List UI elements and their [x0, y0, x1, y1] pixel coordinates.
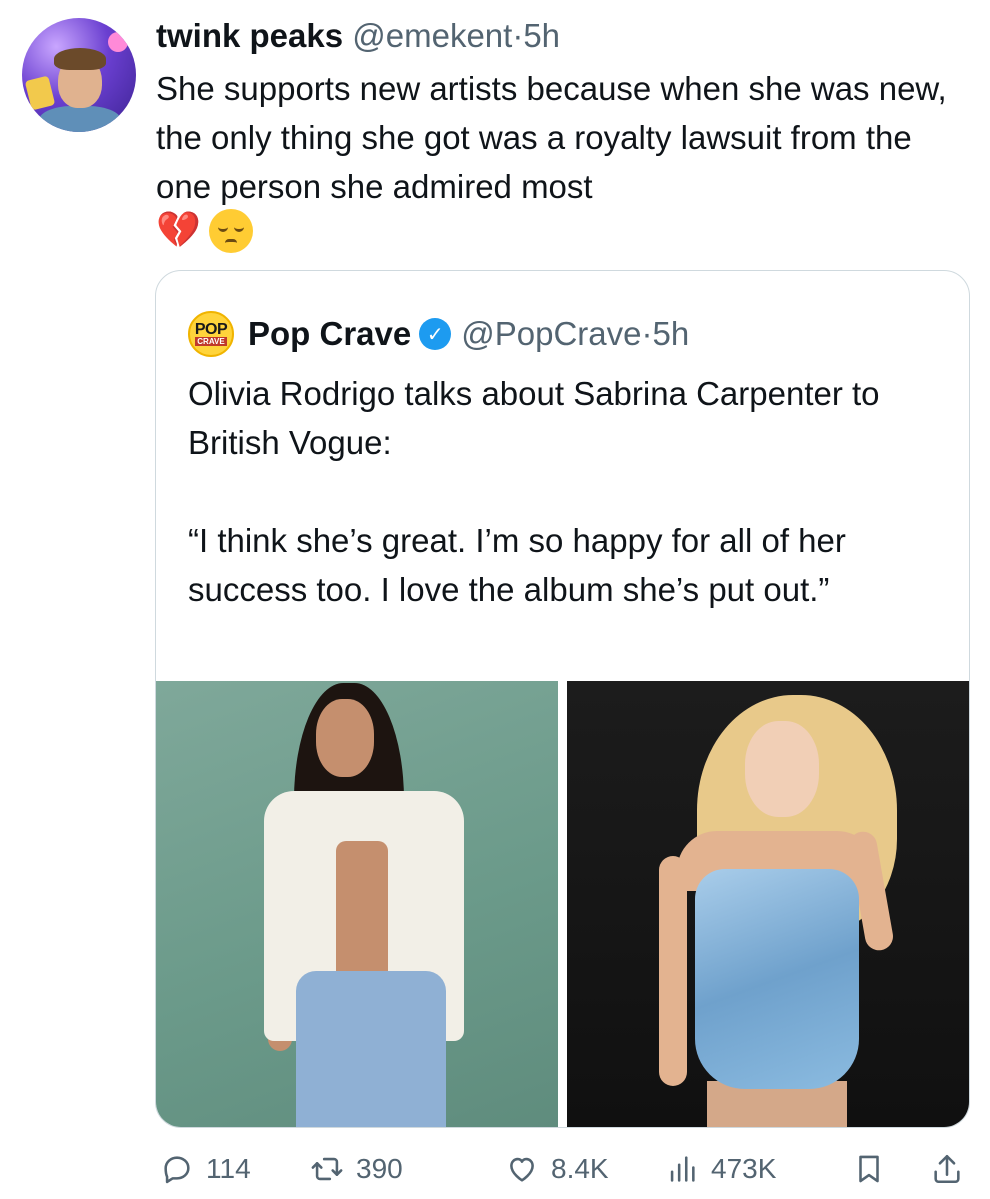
broken-heart-emoji: 💔 [156, 210, 201, 251]
reply-icon [164, 1156, 190, 1184]
quoted-tweet[interactable]: POP CRAVE Pop Crave ✓ @PopCrave · 5h Olivi… [155, 270, 970, 1128]
retweet-count: 390 [356, 1153, 403, 1184]
separator-dot: · [641, 315, 653, 352]
photo-sabrina[interactable] [567, 681, 969, 1127]
photo-olivia[interactable] [156, 681, 558, 1127]
heart-icon [510, 1157, 534, 1182]
avatar-hair [54, 48, 106, 70]
quote-paragraph-2: “I think she’s great. I’m so happy for a… [188, 522, 846, 608]
bookmark-icon [859, 1155, 879, 1183]
tweet-time[interactable]: 5h [523, 17, 560, 54]
separator-dot: · [512, 17, 524, 54]
tweet[interactable]: twink peaks @emekent·5h She supports new… [0, 0, 990, 1199]
bookmark-button[interactable] [852, 1148, 898, 1190]
verified-badge-icon: ✓ [419, 318, 452, 350]
media-grid [156, 681, 969, 1127]
avatar-logo-top: POP [194, 321, 228, 338]
share-button[interactable] [930, 1148, 976, 1190]
avatar-logo-bottom: CRAVE [195, 337, 227, 346]
views-button[interactable]: 473K [665, 1148, 776, 1190]
quote-header: POP CRAVE Pop Crave ✓ @PopCrave · 5h [188, 311, 689, 357]
action-bar: 114 390 8.4K 473K [160, 1148, 970, 1190]
author-avatar[interactable] [22, 18, 136, 132]
avatar-decoration [24, 75, 56, 111]
tweet-header: twink peaks @emekent·5h [156, 16, 560, 56]
views-icon [670, 1156, 695, 1182]
author-handle[interactable]: @emekent [352, 17, 512, 54]
retweet-button[interactable]: 390 [310, 1148, 403, 1190]
like-count: 8.4K [551, 1153, 609, 1184]
share-icon [934, 1154, 960, 1184]
retweet-icon [311, 1157, 343, 1181]
like-button[interactable]: 8.4K [505, 1148, 609, 1190]
avatar-shirt [38, 106, 122, 132]
quote-author-name[interactable]: Pop Crave [248, 315, 411, 353]
reply-count: 114 [206, 1153, 251, 1184]
pensive-face-emoji [208, 209, 253, 253]
quote-author-avatar[interactable]: POP CRAVE [188, 311, 234, 357]
quote-author-handle[interactable]: @PopCrave [461, 315, 641, 353]
avatar-decoration [108, 32, 128, 52]
author-name[interactable]: twink peaks [156, 17, 343, 54]
tweet-emojis: 💔 [156, 208, 253, 254]
quote-paragraph-1: Olivia Rodrigo talks about Sabrina Carpe… [188, 375, 880, 461]
quote-text: Olivia Rodrigo talks about Sabrina Carpe… [188, 369, 948, 614]
tweet-text: She supports new artists because when sh… [156, 70, 947, 205]
quote-time[interactable]: 5h [652, 315, 689, 353]
reply-button[interactable]: 114 [160, 1148, 251, 1190]
views-count: 473K [711, 1153, 777, 1184]
